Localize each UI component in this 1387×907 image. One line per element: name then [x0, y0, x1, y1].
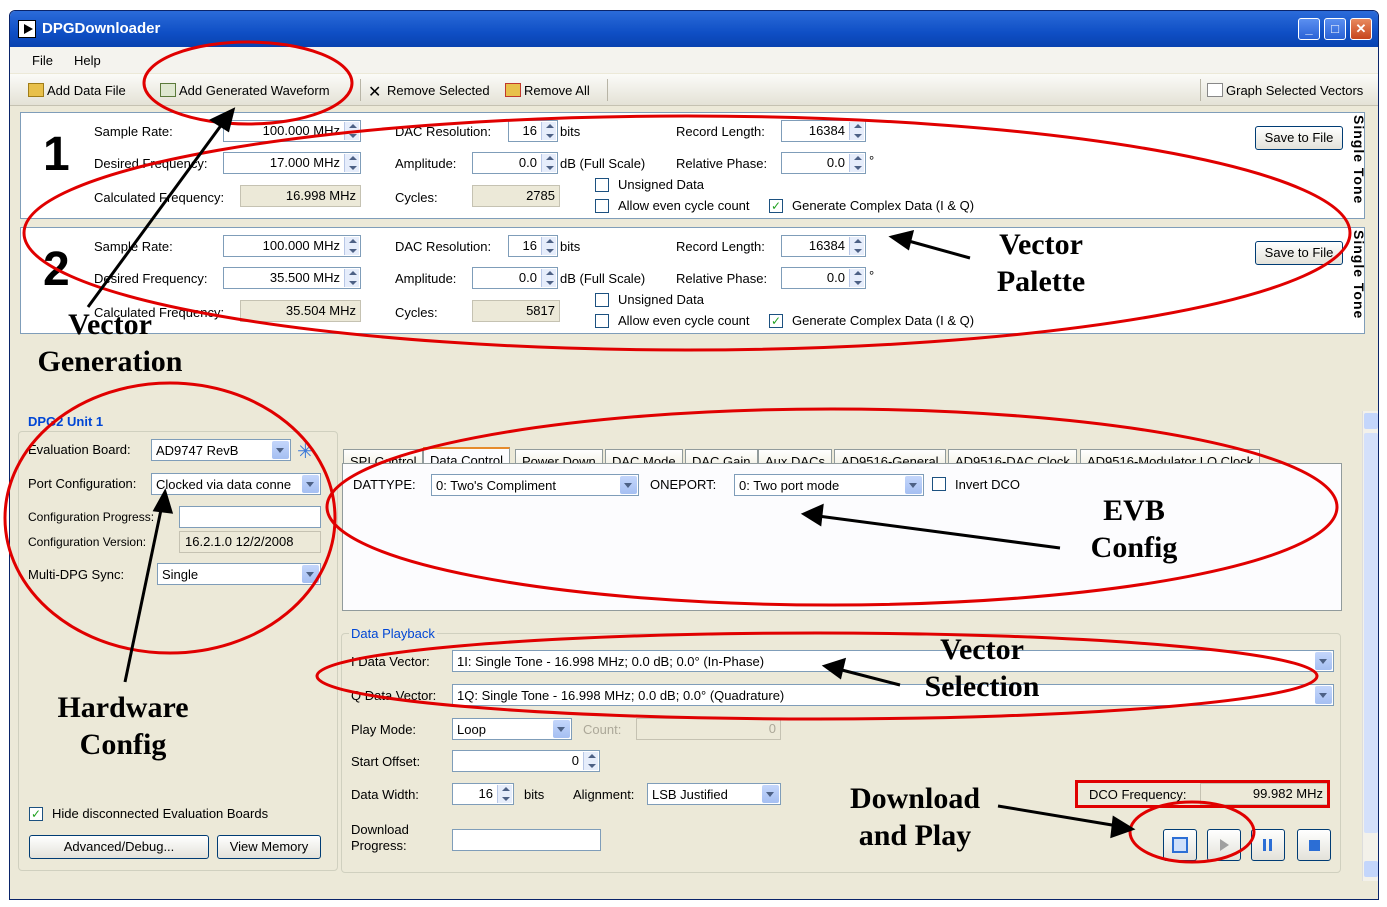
save-to-file-button[interactable]: Save to File [1255, 241, 1343, 265]
allow-even-cycle-checkbox[interactable] [595, 199, 609, 213]
cycles-value: 2785 [472, 185, 560, 207]
invert-dco-checkbox[interactable] [932, 477, 946, 491]
vector-panel-1: 1 Sample Rate: 100.000 MHz Desired Frequ… [20, 112, 1367, 219]
vector-palette-annotation: Vector Palette [996, 228, 1086, 298]
dac-resolution-spinner[interactable]: 16 [508, 120, 558, 142]
save-to-file-button[interactable]: Save to File [1255, 126, 1343, 150]
hide-disconnected-checkbox[interactable]: ✓ [29, 807, 43, 821]
download-icon [1172, 837, 1188, 853]
dpg-unit-title: DPG2 Unit 1 [26, 414, 106, 429]
minimize-button[interactable]: _ [1298, 18, 1320, 40]
desired-frequency-spinner[interactable]: 35.500 MHz [223, 267, 361, 289]
toolbar: Add Data File Add Generated Waveform ✕ Re… [10, 74, 1378, 106]
stop-button[interactable] [1297, 829, 1331, 861]
app-window: DPGDownloader _ □ ✕ File Help Add Data F… [9, 10, 1379, 900]
allow-even-cycle-checkbox[interactable] [595, 314, 609, 328]
single-tone-label: Single Tone [1351, 115, 1367, 205]
scroll-down-button[interactable] [1364, 861, 1378, 877]
amplitude-spinner[interactable]: 0.0 [472, 267, 558, 289]
vector-selection-annotation: Vector Selection [924, 633, 1040, 703]
cycles-value: 5817 [472, 300, 560, 322]
add-data-file-button[interactable]: Add Data File [28, 83, 126, 98]
play-button[interactable] [1207, 829, 1241, 861]
menu-file[interactable]: File [32, 53, 53, 68]
count-spinner[interactable]: 0 [636, 718, 781, 740]
folder-icon [28, 83, 44, 97]
play-mode-select[interactable]: Loop [452, 718, 572, 740]
remove-all-icon [505, 83, 521, 97]
vector-generation-annotation: Vector Generation [37, 308, 183, 378]
single-tone-label: Single Tone [1351, 230, 1367, 320]
sample-rate-spinner[interactable]: 100.000 MHz [223, 235, 361, 257]
oneport-select[interactable]: 0: Two port mode [734, 474, 924, 496]
scroll-thumb[interactable] [1364, 433, 1378, 833]
i-data-vector-select[interactable]: 1I: Single Tone - 16.998 MHz; 0.0 dB; 0.… [452, 650, 1334, 672]
configuration-progress-bar [179, 506, 321, 528]
play-icon [1220, 839, 1229, 851]
data-playback-title: Data Playback [349, 626, 437, 641]
alignment-select[interactable]: LSB Justified [647, 783, 781, 805]
record-length-spinner[interactable]: 16384 [781, 235, 866, 257]
generate-complex-checkbox[interactable]: ✓ [769, 314, 783, 328]
x-icon: ✕ [368, 84, 382, 101]
vertical-scrollbar[interactable] [1362, 411, 1378, 881]
refresh-icon[interactable]: ✳ [297, 439, 314, 464]
multi-dpg-sync-select[interactable]: Single [157, 563, 321, 585]
download-progress-bar [452, 829, 601, 851]
relative-phase-spinner[interactable]: 0.0 [781, 152, 866, 174]
title-bar[interactable]: DPGDownloader _ □ ✕ [10, 11, 1378, 47]
data-width-spinner[interactable]: 16 [452, 783, 514, 805]
unsigned-data-checkbox[interactable] [595, 293, 609, 307]
q-data-vector-select[interactable]: 1Q: Single Tone - 16.998 MHz; 0.0 dB; 0.… [452, 684, 1334, 706]
advanced-debug-button[interactable]: Advanced/Debug... [29, 835, 209, 859]
configuration-version: 16.2.1.0 12/2/2008 [179, 531, 321, 553]
dac-resolution-spinner[interactable]: 16 [508, 235, 558, 257]
app-icon [18, 20, 36, 38]
menu-bar: File Help [10, 47, 1378, 73]
calculated-frequency: 16.998 MHz [240, 185, 361, 207]
download-button[interactable] [1163, 829, 1197, 861]
sample-rate-spinner[interactable]: 100.000 MHz [223, 120, 361, 142]
stop-icon [1309, 840, 1320, 851]
graph-selected-vectors-button[interactable]: Graph Selected Vectors [1207, 83, 1363, 98]
amplitude-spinner[interactable]: 0.0 [472, 152, 558, 174]
record-length-spinner[interactable]: 16384 [781, 120, 866, 142]
remove-all-button[interactable]: Remove All [505, 83, 590, 98]
evb-config-annotation: EVB Config [1090, 494, 1178, 564]
hardware-config-annotation: Hardware Config [57, 691, 189, 761]
vector-number: 1 [43, 128, 70, 181]
dco-frequency-highlight [1075, 780, 1330, 808]
graph-icon [1207, 83, 1223, 97]
pause-button[interactable] [1251, 829, 1285, 861]
dattype-select[interactable]: 0: Two's Compliment [431, 474, 639, 496]
calculated-frequency: 35.504 MHz [240, 300, 361, 322]
window-title: DPGDownloader [42, 20, 161, 37]
dpg-unit-group [18, 431, 338, 871]
scroll-up-button[interactable] [1364, 413, 1378, 429]
start-offset-spinner[interactable]: 0 [452, 750, 600, 772]
vector-number: 2 [43, 243, 70, 296]
download-and-play-annotation: Download and Play [849, 782, 981, 852]
add-generated-waveform-button[interactable]: Add Generated Waveform [160, 83, 330, 98]
view-memory-button[interactable]: View Memory [217, 835, 321, 859]
unsigned-data-checkbox[interactable] [595, 178, 609, 192]
maximize-button[interactable]: □ [1324, 18, 1346, 40]
pause-icon [1263, 839, 1266, 851]
desired-frequency-spinner[interactable]: 17.000 MHz [223, 152, 361, 174]
evaluation-board-select[interactable]: AD9747 RevB [151, 439, 291, 461]
menu-help[interactable]: Help [74, 53, 101, 68]
waveform-icon [160, 83, 176, 97]
generate-complex-checkbox[interactable]: ✓ [769, 199, 783, 213]
vector-panel-2: 2 Sample Rate: 100.000 MHz Desired Frequ… [20, 227, 1367, 334]
port-configuration-select[interactable]: Clocked via data conne [151, 473, 321, 495]
close-button[interactable]: ✕ [1350, 18, 1372, 40]
relative-phase-spinner[interactable]: 0.0 [781, 267, 866, 289]
remove-selected-button[interactable]: ✕ Remove Selected [368, 83, 490, 101]
